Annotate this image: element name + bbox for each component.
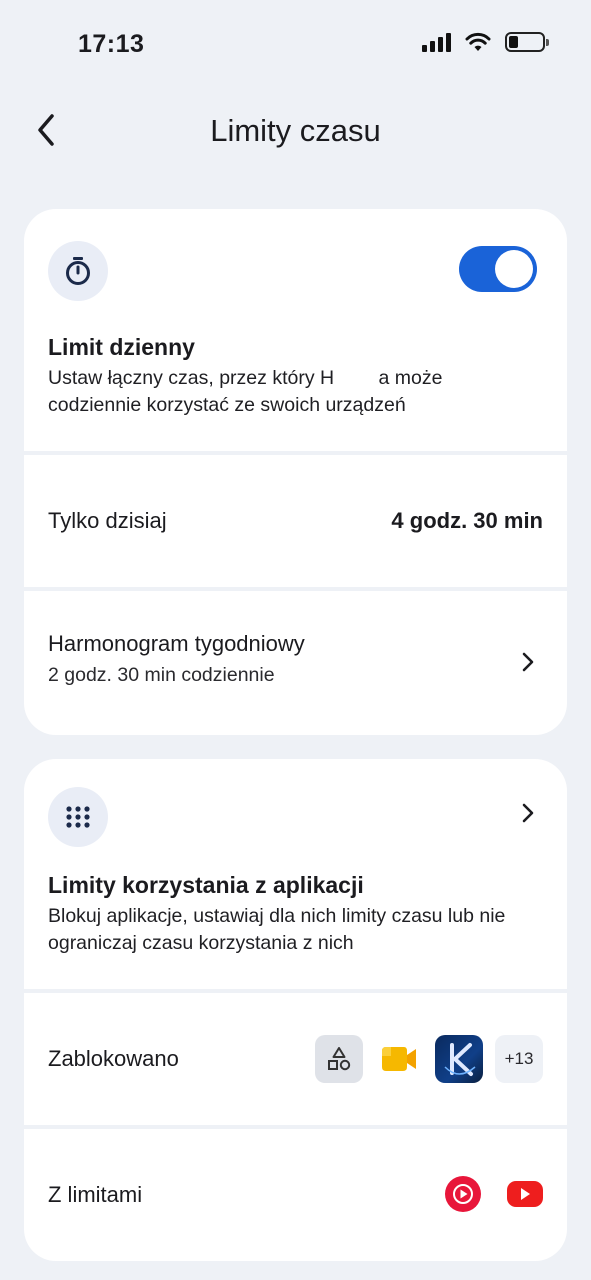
app-limits-description: Blokuj aplikacje, ustawiaj dla nich limi… bbox=[48, 905, 506, 954]
today-only-label: Tylko dzisiaj bbox=[48, 508, 167, 533]
limited-row[interactable]: Z limitami bbox=[24, 1129, 567, 1261]
apps-shapes-icon bbox=[315, 1035, 363, 1083]
meet-camera-icon bbox=[375, 1035, 423, 1083]
wifi-icon bbox=[465, 32, 491, 51]
chevron-right-icon bbox=[517, 802, 539, 824]
daily-limit-toggle[interactable] bbox=[459, 246, 537, 292]
more-apps-badge: +13 bbox=[495, 1035, 543, 1083]
app-limits-card: Limity korzystania z aplikacji Blokuj ap… bbox=[24, 759, 567, 1261]
status-icons bbox=[422, 32, 549, 52]
app-limits-title: Limity korzystania z aplikacji bbox=[48, 872, 364, 898]
page-title: Limity czasu bbox=[210, 113, 381, 148]
weekly-schedule-label: Harmonogram tygodniowy bbox=[48, 631, 305, 656]
timer-icon bbox=[66, 257, 90, 285]
weekly-schedule-row[interactable]: Harmonogram tygodniowy 2 godz. 30 min co… bbox=[24, 591, 567, 735]
signal-icon bbox=[422, 32, 451, 52]
daily-limit-section: Limit dzienny Ustaw łączny czas, przez k… bbox=[24, 209, 567, 451]
today-only-row[interactable]: Tylko dzisiaj 4 godz. 30 min bbox=[24, 455, 567, 587]
app-limits-section[interactable]: Limity korzystania z aplikacji Blokuj ap… bbox=[24, 759, 567, 989]
blocked-row[interactable]: Zablokowano +13 bbox=[24, 993, 567, 1125]
limited-app-icons bbox=[445, 1176, 543, 1212]
youtube-music-icon bbox=[445, 1176, 481, 1212]
apps-grid-icon bbox=[66, 806, 90, 828]
timer-icon-circle bbox=[48, 241, 108, 301]
toggle-knob bbox=[495, 250, 533, 288]
weekly-schedule-sub: 2 godz. 30 min codziennie bbox=[48, 664, 275, 686]
blocked-label: Zablokowano bbox=[48, 1046, 179, 1071]
battery-icon bbox=[505, 32, 549, 52]
status-time: 17:13 bbox=[78, 30, 145, 58]
blocked-app-icons: +13 bbox=[315, 1035, 543, 1083]
daily-limit-title: Limit dzienny bbox=[48, 334, 195, 360]
today-only-value: 4 godz. 30 min bbox=[391, 508, 543, 533]
status-bar: 17:13 bbox=[0, 0, 591, 90]
daily-limit-description: Ustaw łączny czas, przez który H a może … bbox=[48, 367, 443, 416]
k-app-icon bbox=[435, 1035, 483, 1083]
daily-limit-card: Limit dzienny Ustaw łączny czas, przez k… bbox=[24, 209, 567, 735]
limited-label: Z limitami bbox=[48, 1182, 143, 1207]
youtube-icon bbox=[507, 1181, 543, 1207]
chevron-right-icon bbox=[517, 651, 539, 673]
apps-grid-icon-circle bbox=[48, 787, 108, 847]
